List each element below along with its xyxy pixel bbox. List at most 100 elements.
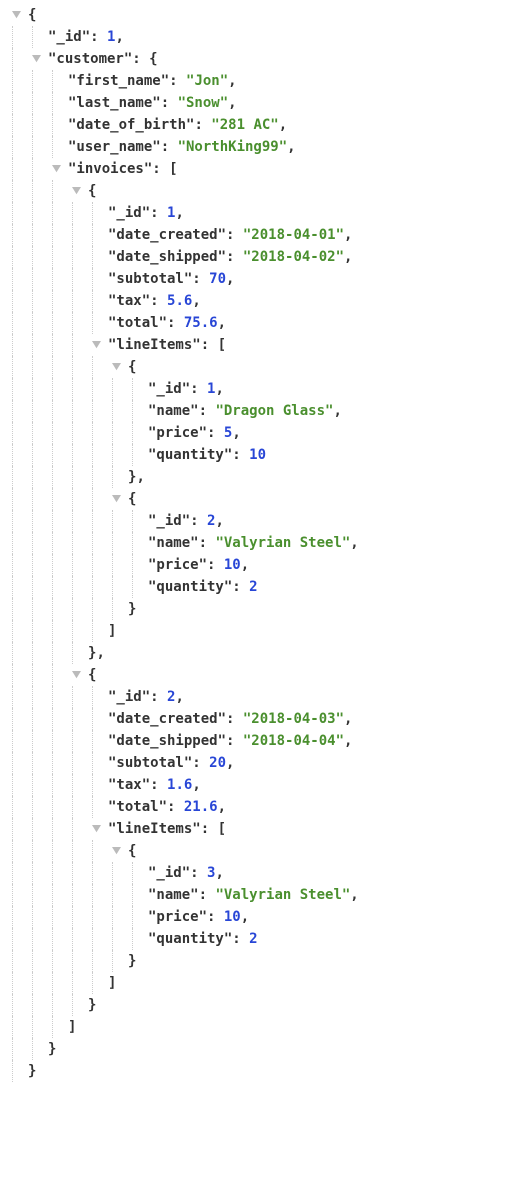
indent-guide [112, 598, 128, 620]
json-line: "total": 21.6, [8, 796, 518, 818]
expand-toggle-icon[interactable] [92, 334, 108, 356]
json-key: "quantity" [148, 928, 232, 950]
indent-guide [12, 290, 28, 312]
indent-guide [132, 884, 148, 906]
expand-toggle-icon[interactable] [52, 158, 68, 180]
indent-guide [112, 576, 128, 598]
indent-gutter [8, 378, 148, 400]
indent-guide [92, 972, 108, 994]
json-line: "name": "Valyrian Steel", [8, 884, 518, 906]
expand-toggle-icon[interactable] [72, 664, 88, 686]
indent-gutter [8, 950, 128, 972]
indent-guide [72, 620, 88, 642]
indent-guide [112, 400, 128, 422]
indent-gutter [8, 4, 28, 26]
indent-guide [32, 576, 48, 598]
indent-guide [92, 950, 108, 972]
indent-guide [12, 356, 28, 378]
json-string: "Valyrian Steel" [215, 884, 350, 906]
json-key: "date_shipped" [108, 246, 226, 268]
expand-toggle-icon[interactable] [72, 180, 88, 202]
json-line: "price": 10, [8, 554, 518, 576]
json-comma: , [226, 752, 234, 774]
indent-guide [72, 444, 88, 466]
json-colon: : [161, 92, 178, 114]
indent-guide [12, 1016, 28, 1038]
indent-guide [112, 554, 128, 576]
expand-toggle-icon[interactable] [92, 818, 108, 840]
indent-guide [52, 642, 68, 664]
indent-guide [72, 224, 88, 246]
json-comma: , [218, 796, 226, 818]
json-colon: : [150, 774, 167, 796]
indent-guide [72, 840, 88, 862]
json-open-bracket: [ [169, 158, 177, 180]
indent-guide [52, 620, 68, 642]
indent-guide [72, 422, 88, 444]
indent-guide [12, 532, 28, 554]
indent-guide [52, 576, 68, 598]
expand-toggle-icon[interactable] [112, 488, 128, 510]
json-key: "lineItems" [108, 334, 201, 356]
indent-guide [32, 180, 48, 202]
json-colon: : [201, 334, 218, 356]
json-line: } [8, 1060, 518, 1082]
json-colon: : [90, 26, 107, 48]
json-key: "date_of_birth" [68, 114, 194, 136]
json-key: "_id" [148, 378, 190, 400]
indent-guide [52, 356, 68, 378]
indent-guide [32, 708, 48, 730]
expand-toggle-icon[interactable] [112, 840, 128, 862]
indent-guide [32, 1016, 48, 1038]
json-comma: , [192, 290, 200, 312]
json-comma: , [175, 202, 183, 224]
json-colon: : [226, 224, 243, 246]
indent-guide [32, 994, 48, 1016]
indent-guide [92, 532, 108, 554]
indent-guide [12, 906, 28, 928]
indent-guide [52, 136, 68, 158]
indent-gutter [8, 114, 68, 136]
json-line: { [8, 840, 518, 862]
indent-gutter [8, 730, 108, 752]
indent-guide [112, 862, 128, 884]
indent-guide [52, 246, 68, 268]
json-open-brace: { [88, 180, 96, 202]
indent-guide [32, 884, 48, 906]
json-comma: , [287, 136, 295, 158]
indent-guide [12, 994, 28, 1016]
indent-guide [132, 532, 148, 554]
indent-guide [32, 796, 48, 818]
indent-gutter [8, 356, 128, 378]
indent-guide [12, 840, 28, 862]
json-colon: : [192, 268, 209, 290]
indent-gutter [8, 1060, 28, 1082]
indent-guide [92, 774, 108, 796]
indent-guide [72, 774, 88, 796]
json-line: "lineItems": [ [8, 818, 518, 840]
json-key: "subtotal" [108, 268, 192, 290]
indent-guide [132, 576, 148, 598]
expand-toggle-icon[interactable] [12, 4, 28, 26]
expand-toggle-icon[interactable] [112, 356, 128, 378]
indent-guide [32, 378, 48, 400]
indent-gutter [8, 488, 128, 510]
indent-guide [52, 114, 68, 136]
json-close-brace: } [88, 642, 96, 664]
expand-toggle-icon[interactable] [32, 48, 48, 70]
json-comma: , [96, 642, 104, 664]
indent-guide [52, 1016, 68, 1038]
indent-gutter [8, 796, 108, 818]
json-colon: : [207, 554, 224, 576]
indent-guide [32, 554, 48, 576]
indent-gutter [8, 510, 148, 532]
json-tree-viewer: {"_id": 1,"customer": {"first_name": "Jo… [8, 4, 518, 1082]
indent-guide [132, 862, 148, 884]
indent-guide [72, 642, 88, 664]
indent-guide [12, 1038, 28, 1060]
indent-guide [92, 686, 108, 708]
indent-gutter [8, 70, 68, 92]
indent-guide [72, 972, 88, 994]
json-string: "Jon" [186, 70, 228, 92]
json-line: "first_name": "Jon", [8, 70, 518, 92]
